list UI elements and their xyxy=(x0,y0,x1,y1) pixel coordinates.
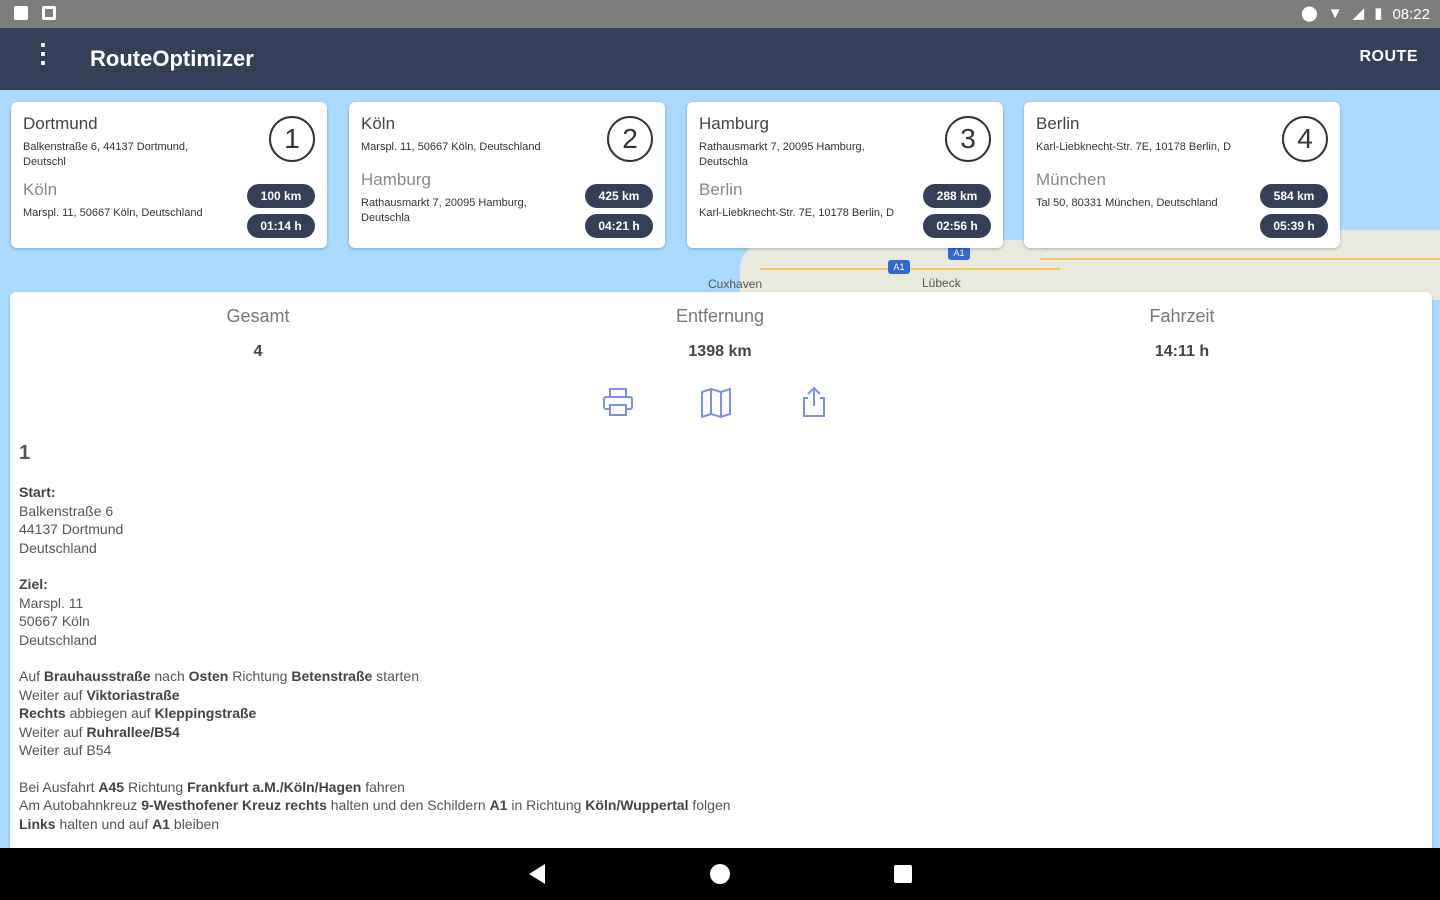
home-icon[interactable] xyxy=(710,864,730,884)
start-label: Start: xyxy=(19,484,56,500)
status-bar: ⬤ ▼ ◢ ▮ 08:22 xyxy=(0,0,1440,28)
stop-address: Karl-Liebknecht-Str. 7E, 10178 Berlin, D xyxy=(1036,141,1232,153)
sd-card-icon xyxy=(14,6,28,20)
leg-distance-badge: 100 km xyxy=(247,184,315,208)
destination-label: Ziel: xyxy=(19,576,48,592)
leg-distance-badge: 288 km xyxy=(923,184,991,208)
leg-destination: Ziel: Marspl. 11 50667 Köln Deutschland xyxy=(19,575,1419,649)
stop-address: Rathausmarkt 7, 20095 Hamburg, Deutschla xyxy=(699,141,865,168)
directions-group-1: Auf Brauhausstraße nach Osten Richtung B… xyxy=(19,667,1419,760)
leg-number: 1 xyxy=(19,442,31,464)
total-value: 4 xyxy=(253,343,263,360)
leg-duration-badge: 01:14 h xyxy=(247,214,315,238)
stop-number-badge: 2 xyxy=(607,116,653,162)
highway-shield: A1 xyxy=(948,246,970,260)
route-button[interactable]: ROUTE xyxy=(1360,48,1419,66)
map-label-cuxhaven: Cuxhaven xyxy=(708,277,763,291)
direction-step: Rechts abbiegen auf Kleppingstraße xyxy=(19,705,257,721)
stop-card-3[interactable]: Hamburg Rathausmarkt 7, 20095 Hamburg, D… xyxy=(687,102,1003,248)
next-stop-address: Rathausmarkt 7, 20095 Hamburg, Deutschla xyxy=(361,197,527,224)
back-icon[interactable] xyxy=(529,864,545,884)
direction-step: Weiter auf B54 xyxy=(19,742,112,758)
leg-duration-badge: 05:39 h xyxy=(1260,214,1328,238)
destination-line: Deutschland xyxy=(19,631,97,648)
map-road xyxy=(760,268,1060,270)
time-value: 14:11 h xyxy=(1154,343,1210,360)
start-line: 44137 Dortmund xyxy=(19,521,124,537)
leg-distance-badge: 425 km xyxy=(585,184,653,208)
route-summary-panel: Gesamt 4 Entfernung 1398 km Fahrzeit 14:… xyxy=(10,292,1432,848)
distance-stat: Entfernung 1398 km xyxy=(570,306,870,361)
share-icon[interactable] xyxy=(796,384,832,420)
total-stops-stat: Gesamt 4 xyxy=(108,306,408,361)
stop-address: Balkenstraße 6, 44137 Dortmund, Deutschl xyxy=(23,141,189,168)
next-stop-address: Tal 50, 80331 München, Deutschland xyxy=(1036,197,1218,209)
directions-group-2: Bei Ausfahrt A45 Richtung Frankfurt a.M.… xyxy=(19,778,1419,834)
time-label: Fahrzeit xyxy=(1149,306,1215,326)
route-directions: 1 Start: Balkenstraße 6 44137 Dortmund D… xyxy=(19,442,1419,833)
map-label-luebeck: Lübeck xyxy=(922,276,961,290)
app-screen: ⬤ ▼ ◢ ▮ 08:22 ⋮ RouteOptimizer ROUTE A1 … xyxy=(0,0,1440,900)
notification-icon xyxy=(42,6,56,20)
leg-duration-badge: 02:56 h xyxy=(923,214,991,238)
recent-apps-icon[interactable] xyxy=(894,865,912,883)
stop-card-2[interactable]: Köln Marspl. 11, 50667 Köln, Deutschland… xyxy=(349,102,665,248)
stop-number-badge: 4 xyxy=(1282,116,1328,162)
next-stop-address: Karl-Liebknecht-Str. 7E, 10178 Berlin, D xyxy=(699,207,895,219)
direction-step: Weiter auf Viktoriastraße xyxy=(19,686,180,703)
location-icon: ⬤ xyxy=(1300,5,1318,22)
stop-address: Marspl. 11, 50667 Köln, Deutschland xyxy=(361,141,541,153)
app-bar: ⋮ RouteOptimizer ROUTE xyxy=(0,28,1440,90)
start-line: Balkenstraße 6 xyxy=(19,502,114,519)
battery-icon: ▮ xyxy=(1374,5,1383,22)
destination-line: Marspl. 11 xyxy=(19,594,84,611)
map-land xyxy=(1330,90,1440,150)
drive-time-stat: Fahrzeit 14:11 h xyxy=(1032,306,1332,361)
overflow-menu-icon[interactable]: ⋮ xyxy=(30,40,56,72)
stop-number-badge: 3 xyxy=(945,116,991,162)
stop-number-badge: 1 xyxy=(269,116,315,162)
direction-step: Am Autobahnkreuz 9-Westhofener Kreuz rec… xyxy=(19,797,731,813)
print-icon[interactable] xyxy=(600,384,636,420)
direction-step: Links halten und auf A1 bleiben xyxy=(19,815,220,832)
distance-value: 1398 km xyxy=(688,343,752,360)
status-time: 08:22 xyxy=(1392,5,1430,23)
app-title: RouteOptimizer xyxy=(90,46,254,71)
highway-shield: A1 xyxy=(888,260,910,274)
total-label: Gesamt xyxy=(226,306,290,326)
map-icon[interactable] xyxy=(698,384,734,420)
action-row xyxy=(600,384,832,420)
leg-start: Start: Balkenstraße 6 44137 Dortmund Deu… xyxy=(19,483,1419,557)
direction-step: Auf Brauhausstraße nach Osten Richtung B… xyxy=(19,668,419,684)
start-line: Deutschland xyxy=(19,539,97,556)
next-stop-address: Marspl. 11, 50667 Köln, Deutschland xyxy=(23,207,203,219)
destination-line: 50667 Köln xyxy=(19,613,90,629)
distance-label: Entfernung xyxy=(675,306,765,326)
signal-icon: ◢ xyxy=(1352,5,1365,22)
direction-step: Bei Ausfahrt A45 Richtung Frankfurt a.M.… xyxy=(19,778,405,795)
leg-distance-badge: 584 km xyxy=(1260,184,1328,208)
stop-card-4[interactable]: Berlin Karl-Liebknecht-Str. 7E, 10178 Be… xyxy=(1024,102,1340,248)
leg-duration-badge: 04:21 h xyxy=(585,214,653,238)
map-road xyxy=(1040,258,1440,260)
direction-step: Weiter auf Ruhrallee/B54 xyxy=(19,723,180,740)
wifi-icon: ▼ xyxy=(1327,5,1343,22)
stop-card-1[interactable]: Dortmund Balkenstraße 6, 44137 Dortmund,… xyxy=(11,102,327,248)
